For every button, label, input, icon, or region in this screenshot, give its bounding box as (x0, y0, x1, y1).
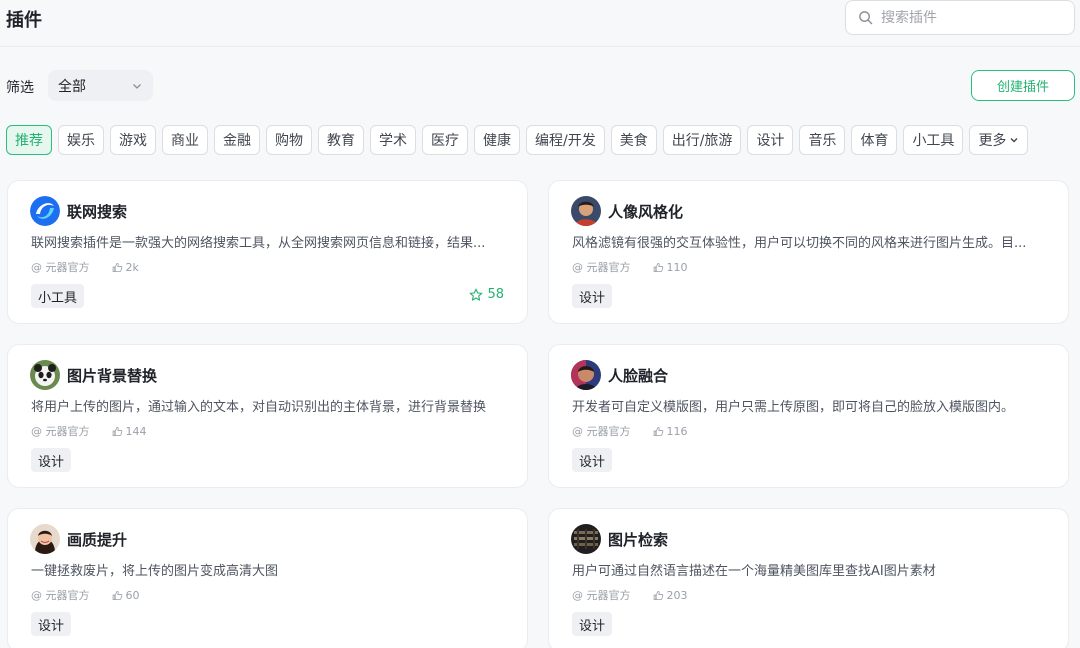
chip-health[interactable]: 健康 (474, 125, 520, 155)
plugin-name: 画质提升 (67, 530, 128, 549)
search-icon (859, 11, 873, 25)
plugin-card[interactable]: 人像风格化 风格滤镜有很强的交互体验性，用户可以切换不同的风格来进行图片生成。目… (548, 180, 1069, 324)
chip-travel[interactable]: 出行/旅游 (662, 125, 742, 155)
plugin-likes: 2k (112, 261, 139, 274)
plugin-card[interactable]: 联网搜索 联网搜索插件是一款强大的网络搜索工具，从全网搜索网页信息和链接，结果.… (7, 180, 528, 324)
plugin-description: 风格滤镜有很强的交互体验性，用户可以切换不同的风格来进行图片生成。目... (572, 236, 1027, 251)
plugin-likes: 60 (112, 589, 140, 602)
plugin-stars-count: 58 (487, 287, 504, 302)
panda-icon (30, 360, 60, 390)
plugin-likes: 144 (112, 425, 147, 438)
chip-games[interactable]: 游戏 (110, 125, 156, 155)
category-chips: 推荐 娱乐 游戏 商业 金融 购物 教育 学术 医疗 健康 编程/开发 美食 出… (6, 125, 1029, 155)
plugin-author: @ 元器官方 (31, 589, 90, 602)
plugin-description: 将用户上传的图片，通过输入的文本，对自动识别出的主体背景，进行背景替换 (31, 400, 487, 415)
chip-entertainment[interactable]: 娱乐 (58, 125, 104, 155)
chip-finance[interactable]: 金融 (214, 125, 260, 155)
plugin-tag: 小工具 (31, 284, 85, 308)
chip-education[interactable]: 教育 (318, 125, 364, 155)
plugin-tag: 设计 (31, 448, 72, 472)
plugin-likes-count: 116 (666, 424, 688, 438)
chip-food[interactable]: 美食 (610, 125, 657, 155)
plugin-description: 一键拯救废片，将上传的图片变成高清大图 (31, 564, 279, 579)
plugin-likes-count: 203 (666, 588, 688, 602)
plugin-author: @ 元器官方 (572, 425, 631, 438)
top-bar: 插件 (0, 0, 1080, 47)
plugin-likes: 116 (653, 425, 688, 438)
star-icon (470, 288, 483, 301)
chip-recommend[interactable]: 推荐 (6, 125, 52, 155)
plugin-name: 图片背景替换 (67, 366, 158, 385)
chip-programming[interactable]: 编程/开发 (526, 125, 605, 155)
search-input[interactable] (881, 9, 1061, 26)
plugin-likes: 203 (653, 589, 688, 602)
chip-shopping[interactable]: 购物 (266, 125, 312, 155)
chip-more[interactable]: 更多 (969, 125, 1029, 155)
chip-medical[interactable]: 医疗 (422, 125, 468, 155)
plugin-description: 开发者可自定义模版图，用户只需上传原图，即可将自己的脸放入模版图内。 (572, 400, 1015, 415)
create-plugin-button[interactable]: 创建插件 (971, 70, 1075, 101)
plugin-author: @ 元器官方 (572, 261, 631, 274)
face-icon (571, 360, 601, 390)
gallery-icon (571, 524, 601, 554)
plugin-name: 人脸融合 (608, 366, 669, 385)
chip-music[interactable]: 音乐 (799, 125, 846, 155)
search-box[interactable] (845, 0, 1075, 35)
plugin-likes-count: 60 (125, 588, 140, 602)
thumbs-up-icon (112, 262, 122, 272)
plugin-card[interactable]: 图片检索 用户可通过自然语言描述在一个海量精美图库里查找AI图片素材 @ 元器官… (548, 508, 1069, 648)
portrait-girl-icon (30, 524, 60, 554)
chip-tools[interactable]: 小工具 (903, 125, 964, 155)
plugin-author: @ 元器官方 (572, 589, 631, 602)
globe-swirl-icon (30, 196, 60, 226)
plugin-likes: 110 (653, 261, 688, 274)
chevron-down-icon (1010, 138, 1018, 143)
chip-more-label: 更多 (978, 133, 1007, 149)
chip-business[interactable]: 商业 (162, 125, 208, 155)
plugin-card[interactable]: 人脸融合 开发者可自定义模版图，用户只需上传原图，即可将自己的脸放入模版图内。 … (548, 344, 1069, 488)
plugin-card[interactable]: 图片背景替换 将用户上传的图片，通过输入的文本，对自动识别出的主体背景，进行背景… (7, 344, 528, 488)
chip-design[interactable]: 设计 (747, 125, 794, 155)
filter-dropdown[interactable]: 全部 (48, 70, 153, 101)
plugin-name: 图片检索 (608, 530, 669, 549)
page-title: 插件 (6, 10, 42, 31)
filter-label: 筛选 (6, 80, 34, 96)
thumbs-up-icon (653, 590, 663, 600)
thumbs-up-icon (112, 426, 122, 436)
plugin-description: 联网搜索插件是一款强大的网络搜索工具，从全网搜索网页信息和链接，结果... (31, 236, 486, 251)
plugin-stars[interactable]: 58 (469, 287, 504, 302)
plugin-card[interactable]: 画质提升 一键拯救废片，将上传的图片变成高清大图 @ 元器官方 60 设计 (7, 508, 528, 648)
plugin-likes-count: 2k (125, 260, 139, 274)
thumbs-up-icon (653, 426, 663, 436)
plugin-author: @ 元器官方 (31, 425, 90, 438)
filter-selected-value: 全部 (58, 78, 86, 95)
plugin-likes-count: 144 (125, 424, 147, 438)
plugin-tag: 设计 (572, 284, 613, 308)
plugin-name: 联网搜索 (67, 202, 128, 221)
chip-academic[interactable]: 学术 (370, 125, 416, 155)
plugin-tag: 设计 (31, 612, 72, 636)
portrait-icon (571, 196, 601, 226)
chevron-down-icon (133, 83, 141, 89)
plugin-author: @ 元器官方 (31, 261, 90, 274)
thumbs-up-icon (112, 590, 122, 600)
plugin-name: 人像风格化 (608, 202, 684, 221)
chip-sports[interactable]: 体育 (851, 125, 898, 155)
plugin-likes-count: 110 (666, 260, 688, 274)
plugin-description: 用户可通过自然语言描述在一个海量精美图库里查找AI图片素材 (572, 564, 936, 579)
plugin-tag: 设计 (572, 448, 613, 472)
plugin-tag: 设计 (572, 612, 613, 636)
thumbs-up-icon (653, 262, 663, 272)
